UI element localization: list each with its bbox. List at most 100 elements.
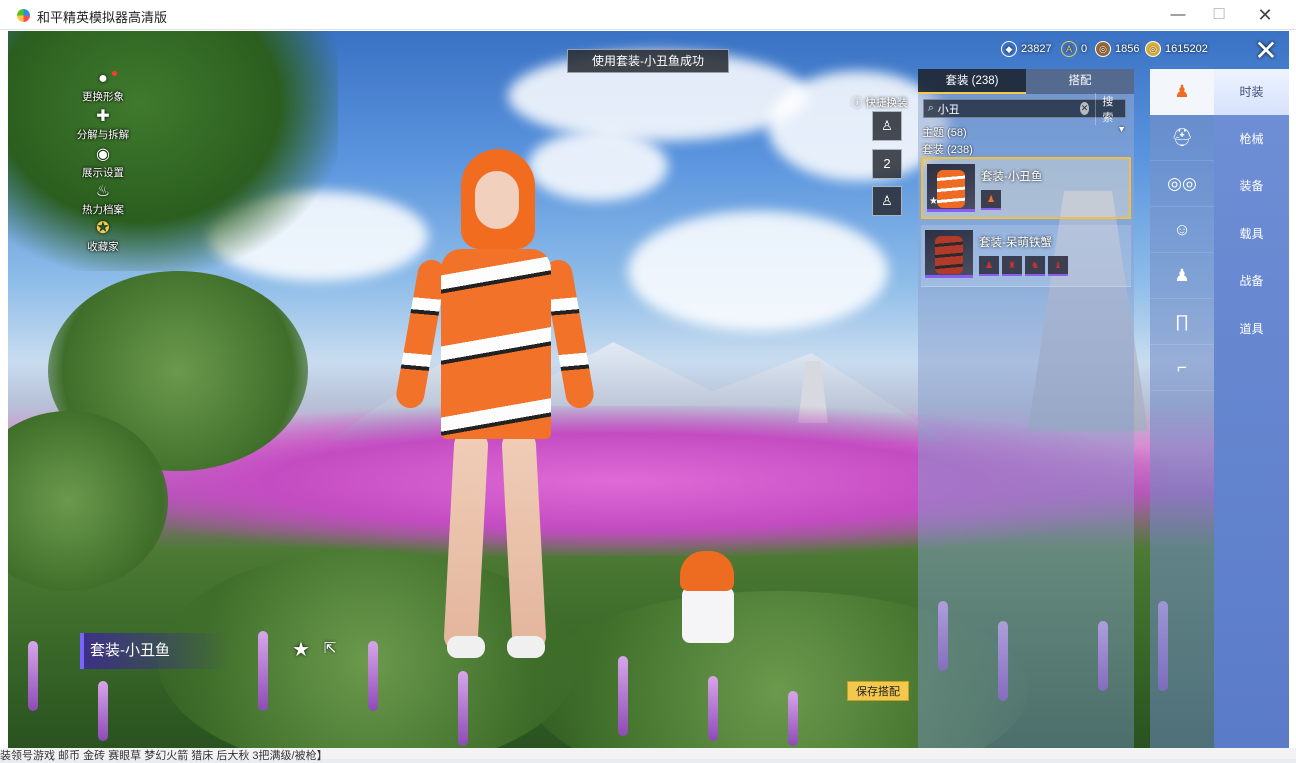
clear-icon[interactable]: ✕ — [1079, 102, 1090, 115]
outfit-parts: ♟ — [981, 190, 1001, 210]
eye-icon: ◉ — [96, 146, 110, 163]
current-outfit-name: 套装-小丑鱼 — [80, 633, 230, 669]
character-leg — [443, 430, 489, 652]
menu-heat-archive[interactable]: ♨ 热力档案 — [68, 182, 138, 217]
app-window: 和平精英模拟器高清版 — ☐ ✕ ● 更换形象 ✚ 分解与拆解 ◉ 展示设置 ♨… — [0, 0, 1296, 762]
currency-token: A 0 — [1061, 39, 1087, 59]
face-icon[interactable]: ☺ — [1150, 207, 1214, 253]
lupin-flower — [368, 641, 378, 711]
lupin-flower — [458, 671, 468, 746]
shoes-icon[interactable]: ⌐ — [1150, 345, 1214, 391]
outfit-parts: ♟ ♜ ♞ ♝ — [979, 256, 1068, 276]
outfit-item-crab[interactable]: 套装-呆萌铁蟹 ♟ ♜ ♞ ♝ — [921, 225, 1131, 287]
player-character[interactable] — [394, 131, 596, 671]
currency-value: 1856 — [1115, 43, 1140, 55]
quick-change-slot-2[interactable]: 2 — [872, 149, 902, 179]
menu-label: 热力档案 — [82, 204, 124, 216]
person-icon: ● — [98, 70, 108, 87]
help-icon[interactable]: ⓘ — [852, 95, 863, 110]
currency-value: 23827 — [1021, 43, 1052, 55]
tree — [8, 31, 338, 271]
outfit-item-clownfish[interactable]: ★ ✓ 套装-小丑鱼 ♟ — [921, 155, 1131, 219]
quick-change-slot-3[interactable]: ♙ — [872, 186, 902, 216]
app-logo-icon — [17, 9, 30, 22]
clownfish-outfit — [441, 249, 551, 439]
menu-change-appearance[interactable]: ● 更换形象 — [68, 69, 138, 104]
category-fashion[interactable]: 时装 — [1214, 69, 1289, 115]
success-toast: 使用套装-小丑鱼成功 — [567, 49, 729, 73]
game-viewport: ● 更换形象 ✚ 分解与拆解 ◉ 展示设置 ♨ 热力档案 ✪ 收藏家 使用套装-… — [8, 31, 1289, 751]
slot-number: 2 — [883, 156, 891, 171]
search-icon: ⌕ — [927, 102, 934, 114]
menu-display-settings[interactable]: ◉ 展示设置 — [68, 145, 138, 180]
lupin-flower — [618, 656, 628, 736]
bronze-coin-icon: ◎ — [1095, 41, 1111, 57]
maximize-icon[interactable]: ☐ — [1208, 5, 1230, 25]
category-vehicles[interactable]: 载具 — [1214, 211, 1289, 257]
outfit-part-icon[interactable]: ♜ — [1002, 256, 1022, 276]
outfit-part-icon[interactable]: ♟ — [979, 256, 999, 276]
flame-icon: ♨ — [95, 183, 111, 200]
outfit-part-icon[interactable]: ♞ — [1025, 256, 1045, 276]
quick-change-slot-1[interactable]: ♙ — [872, 111, 902, 141]
search-button[interactable]: 搜索 — [1095, 92, 1125, 125]
tab-outfits[interactable]: 套装 (238) — [918, 69, 1026, 94]
character-leg — [501, 430, 547, 652]
quick-change-text: 快捷换装 — [865, 97, 908, 109]
background-window-text: 装领号游戏 邮币 金砖 赛眼草 梦幻火箭 猎床 后大秋 3把满级/被枪】 — [0, 750, 328, 762]
outfit-figure — [937, 170, 965, 208]
pet-body — [682, 587, 734, 643]
menu-label: 更换形象 — [82, 91, 124, 103]
cloud — [628, 211, 888, 331]
gem-icon: ◆ — [1001, 41, 1017, 57]
character-shoe — [447, 636, 485, 658]
menu-label: 分解与拆解 — [76, 129, 130, 141]
character-shoe — [507, 636, 545, 658]
character-arm — [394, 257, 448, 411]
gold-coin-icon: ◎ — [1145, 41, 1161, 57]
search-input[interactable] — [937, 102, 1080, 115]
save-outfit-button[interactable]: 保存搭配 — [847, 681, 909, 701]
close-icon[interactable]: ✕ — [1254, 5, 1276, 25]
category-items[interactable]: 道具 — [1214, 306, 1289, 352]
menu-decompose[interactable]: ✚ 分解与拆解 — [68, 107, 138, 142]
slot-icon-column: ♟ ⛑ ◎◎ ☺ ♟ ∏ ⌐ — [1150, 69, 1214, 751]
figure-icon: ♙ — [881, 193, 893, 208]
outfit-part-icon[interactable]: ♟ — [981, 190, 1001, 210]
tab-combinations[interactable]: 搭配 — [1026, 69, 1134, 94]
pet-companion[interactable] — [672, 551, 742, 661]
theme-filter-dropdown[interactable]: 主题 (58) ▼ — [922, 124, 1130, 140]
title-bar: 和平精英模拟器高清版 — ☐ ✕ — [0, 0, 1296, 30]
currency-bronze: ◎ 1856 — [1095, 39, 1139, 59]
window-title: 和平精英模拟器高清版 — [37, 10, 168, 25]
currency-gem: ◆ 23827 — [1001, 39, 1052, 59]
medal-icon: ✪ — [96, 220, 110, 237]
search-bar: ⌕ ✕ 搜索 — [923, 92, 1126, 125]
currency-value: 0 — [1081, 43, 1088, 55]
category-equipment[interactable]: 装备 — [1214, 163, 1289, 209]
top-icon[interactable]: ♟ — [1150, 253, 1214, 299]
share-icon[interactable]: ⇱ — [319, 639, 341, 659]
category-column: 时装 枪械 装备 载具 战备 道具 — [1214, 69, 1289, 751]
panel-tabs: 套装 (238) 搭配 — [918, 69, 1134, 94]
menu-collector[interactable]: ✪ 收藏家 — [68, 219, 138, 254]
pants-icon[interactable]: ∏ — [1150, 299, 1214, 345]
category-battle-prep[interactable]: 战备 — [1214, 258, 1289, 304]
minimize-icon[interactable]: — — [1167, 5, 1189, 25]
glasses-icon[interactable]: ◎◎ — [1150, 161, 1214, 207]
lupin-flower — [708, 676, 718, 741]
outfit-icon[interactable]: ♟ — [1150, 69, 1214, 115]
outfit-part-icon[interactable]: ♝ — [1048, 256, 1068, 276]
lupin-flower — [98, 681, 108, 741]
exit-close-icon[interactable]: ✕ — [1253, 37, 1279, 65]
hat-icon[interactable]: ⛑ — [1150, 115, 1214, 161]
puzzle-icon: ✚ — [96, 108, 110, 125]
notification-dot — [112, 71, 117, 76]
pet-head — [680, 551, 734, 591]
outfit-item-name: 套装-呆萌铁蟹 — [979, 237, 1052, 249]
menu-label: 展示设置 — [82, 167, 124, 179]
category-weapons[interactable]: 枪械 — [1214, 116, 1289, 162]
check-icon: ✓ — [921, 155, 932, 170]
menu-label: 收藏家 — [87, 241, 119, 253]
favorite-star-icon[interactable]: ★ — [292, 637, 310, 662]
